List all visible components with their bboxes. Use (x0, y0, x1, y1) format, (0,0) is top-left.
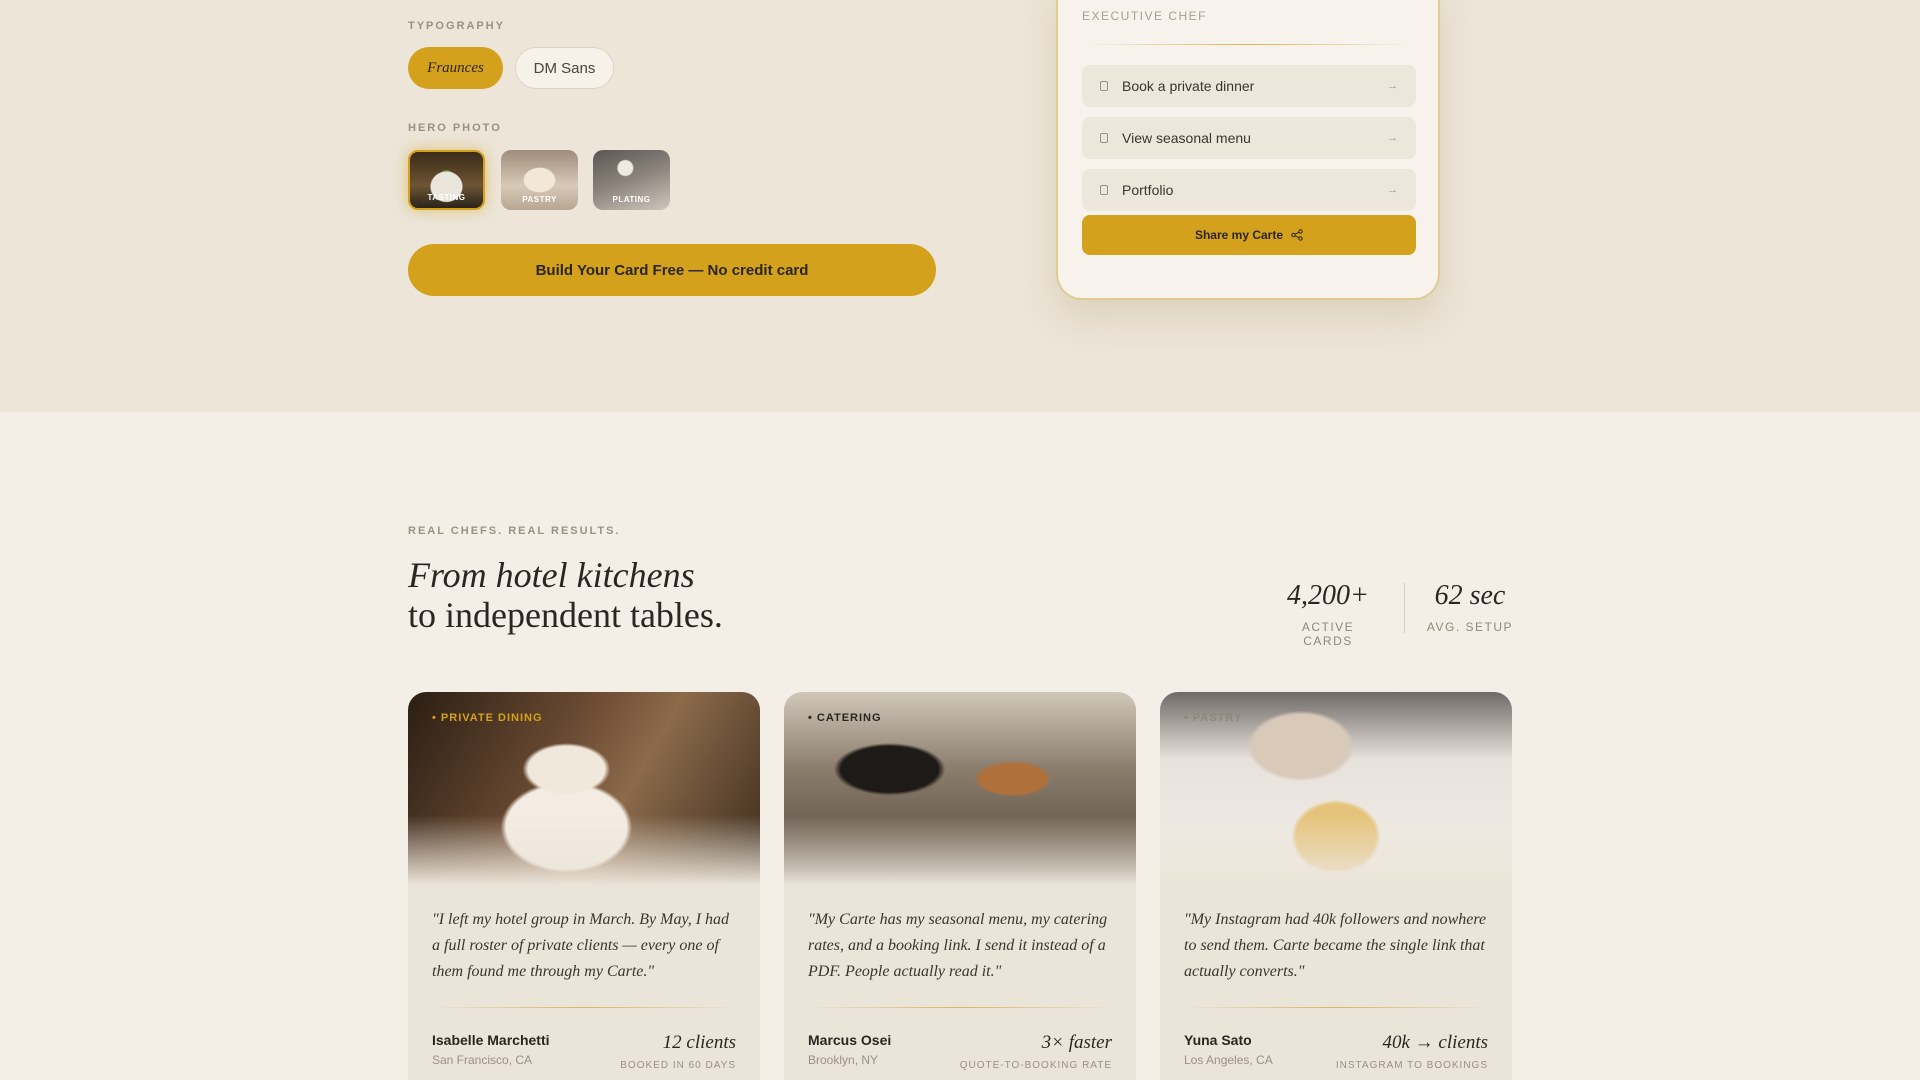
chef-location: San Francisco, CA (432, 1053, 533, 1067)
arrow-right-icon: → (1387, 132, 1398, 144)
share-icon (1291, 229, 1303, 241)
hero-photo-caption: PASTRY (522, 195, 557, 204)
stat-value: 62 sec (1434, 580, 1506, 611)
result-metric: 40k → clients INSTAGRAM TO BOOKINGS (1336, 1032, 1488, 1071)
font-option-dm-sans[interactable]: DM Sans (515, 47, 614, 89)
font-option-fraunces[interactable]: Fraunces (408, 47, 503, 89)
arrow-right-icon: → (1387, 80, 1398, 92)
result-metric: 3× faster QUOTE-TO-BOOKING RATE (960, 1032, 1112, 1071)
stat-label: AVG. SETUP (1426, 620, 1514, 634)
stat-active-cards: 4,200+ ACTIVE CARDS (1275, 580, 1381, 648)
link-label: View seasonal menu (1122, 130, 1251, 146)
metric-value: 12 clients (662, 1032, 736, 1053)
share-button[interactable]: Share my Carte (1082, 215, 1416, 255)
divider (1082, 44, 1414, 45)
bookmark-icon (1100, 185, 1108, 195)
metric-value: 40k → clients (1382, 1032, 1488, 1053)
metric-label: INSTAGRAM TO BOOKINGS (1335, 1060, 1488, 1071)
headline-regular: to independent tables. (408, 595, 723, 635)
metric-value: 3× faster (1041, 1032, 1112, 1053)
link-book-private-dinner[interactable]: Book a private dinner → (1082, 65, 1416, 107)
link-label: Portfolio (1122, 182, 1174, 198)
chef-info: Yuna Sato Los Angeles, CA (1184, 1032, 1273, 1067)
hero-photo-caption: TASTING (427, 193, 466, 202)
chef-name: Marcus Osei (808, 1032, 892, 1048)
link-view-seasonal-menu[interactable]: View seasonal menu → (1082, 117, 1416, 159)
divider (432, 1007, 736, 1008)
testimonial-card: • PASTRY "My Instagram had 40k followers… (1160, 692, 1512, 1080)
chef-info: Isabelle Marchetti San Francisco, CA (432, 1032, 550, 1067)
stat-avg-setup: 62 sec AVG. SETUP (1426, 580, 1514, 634)
chef-name: Yuna Sato (1184, 1032, 1252, 1048)
build-card-button[interactable]: Build Your Card Free — No credit card (408, 244, 936, 296)
arrow-right-icon: → (1387, 184, 1398, 196)
hero-photo-label: HERO PHOTO (408, 122, 502, 134)
chef-info: Marcus Osei Brooklyn, NY (808, 1032, 891, 1067)
chef-name: Isabelle Marchetti (432, 1032, 550, 1048)
divider (808, 1007, 1112, 1008)
share-label: Share my Carte (1194, 228, 1284, 242)
result-metric: 12 clients BOOKED IN 60 DAYS (620, 1032, 736, 1071)
hero-photo-pastry[interactable]: PASTRY (501, 150, 578, 210)
testimonial-card: • CATERING "My Carte has my seasonal men… (784, 692, 1136, 1080)
stat-value: 4,200+ (1287, 580, 1369, 611)
testimonial-quote: "I left my hotel group in March. By May,… (432, 911, 730, 980)
stat-divider (1404, 583, 1405, 633)
metric-label: BOOKED IN 60 DAYS (620, 1060, 736, 1071)
link-label: Book a private dinner (1122, 78, 1255, 94)
testimonial-card: • PRIVATE DINING "I left my hotel group … (408, 692, 760, 1080)
link-portfolio[interactable]: Portfolio → (1082, 169, 1416, 211)
testimonial-quote: "My Carte has my seasonal menu, my cater… (808, 911, 1108, 980)
category-tag: • PRIVATE DINING (432, 712, 543, 724)
hero-photo-caption: PLATING (612, 195, 651, 204)
headline-italic: From hotel kitchens (408, 555, 695, 595)
section-headline: From hotel kitchens to independent table… (408, 555, 723, 635)
typography-label: TYPOGRAPHY (408, 20, 506, 32)
category-tag: • PASTRY (1184, 712, 1243, 724)
section-eyebrow: REAL CHEFS. REAL RESULTS. (408, 525, 621, 537)
testimonial-quote: "My Instagram had 40k followers and nowh… (1184, 911, 1487, 980)
card-preview: EXECUTIVE CHEF Book a private dinner → V… (1056, 0, 1440, 300)
metric-label: QUOTE-TO-BOOKING RATE (959, 1060, 1112, 1071)
chef-location: Los Angeles, CA (1184, 1053, 1273, 1067)
builder-section: TYPOGRAPHY Fraunces DM Sans HERO PHOTO T… (0, 0, 1920, 412)
hero-photo-plating[interactable]: PLATING (593, 150, 670, 210)
hero-photo-tasting[interactable]: TASTING (408, 150, 485, 210)
role-title: EXECUTIVE CHEF (1082, 9, 1208, 23)
stat-label: ACTIVE CARDS (1301, 620, 1355, 648)
category-tag: • CATERING (808, 712, 882, 724)
bookmark-icon (1100, 133, 1108, 143)
chef-location: Brooklyn, NY (808, 1053, 879, 1067)
bookmark-icon (1100, 81, 1108, 91)
divider (1184, 1007, 1488, 1008)
